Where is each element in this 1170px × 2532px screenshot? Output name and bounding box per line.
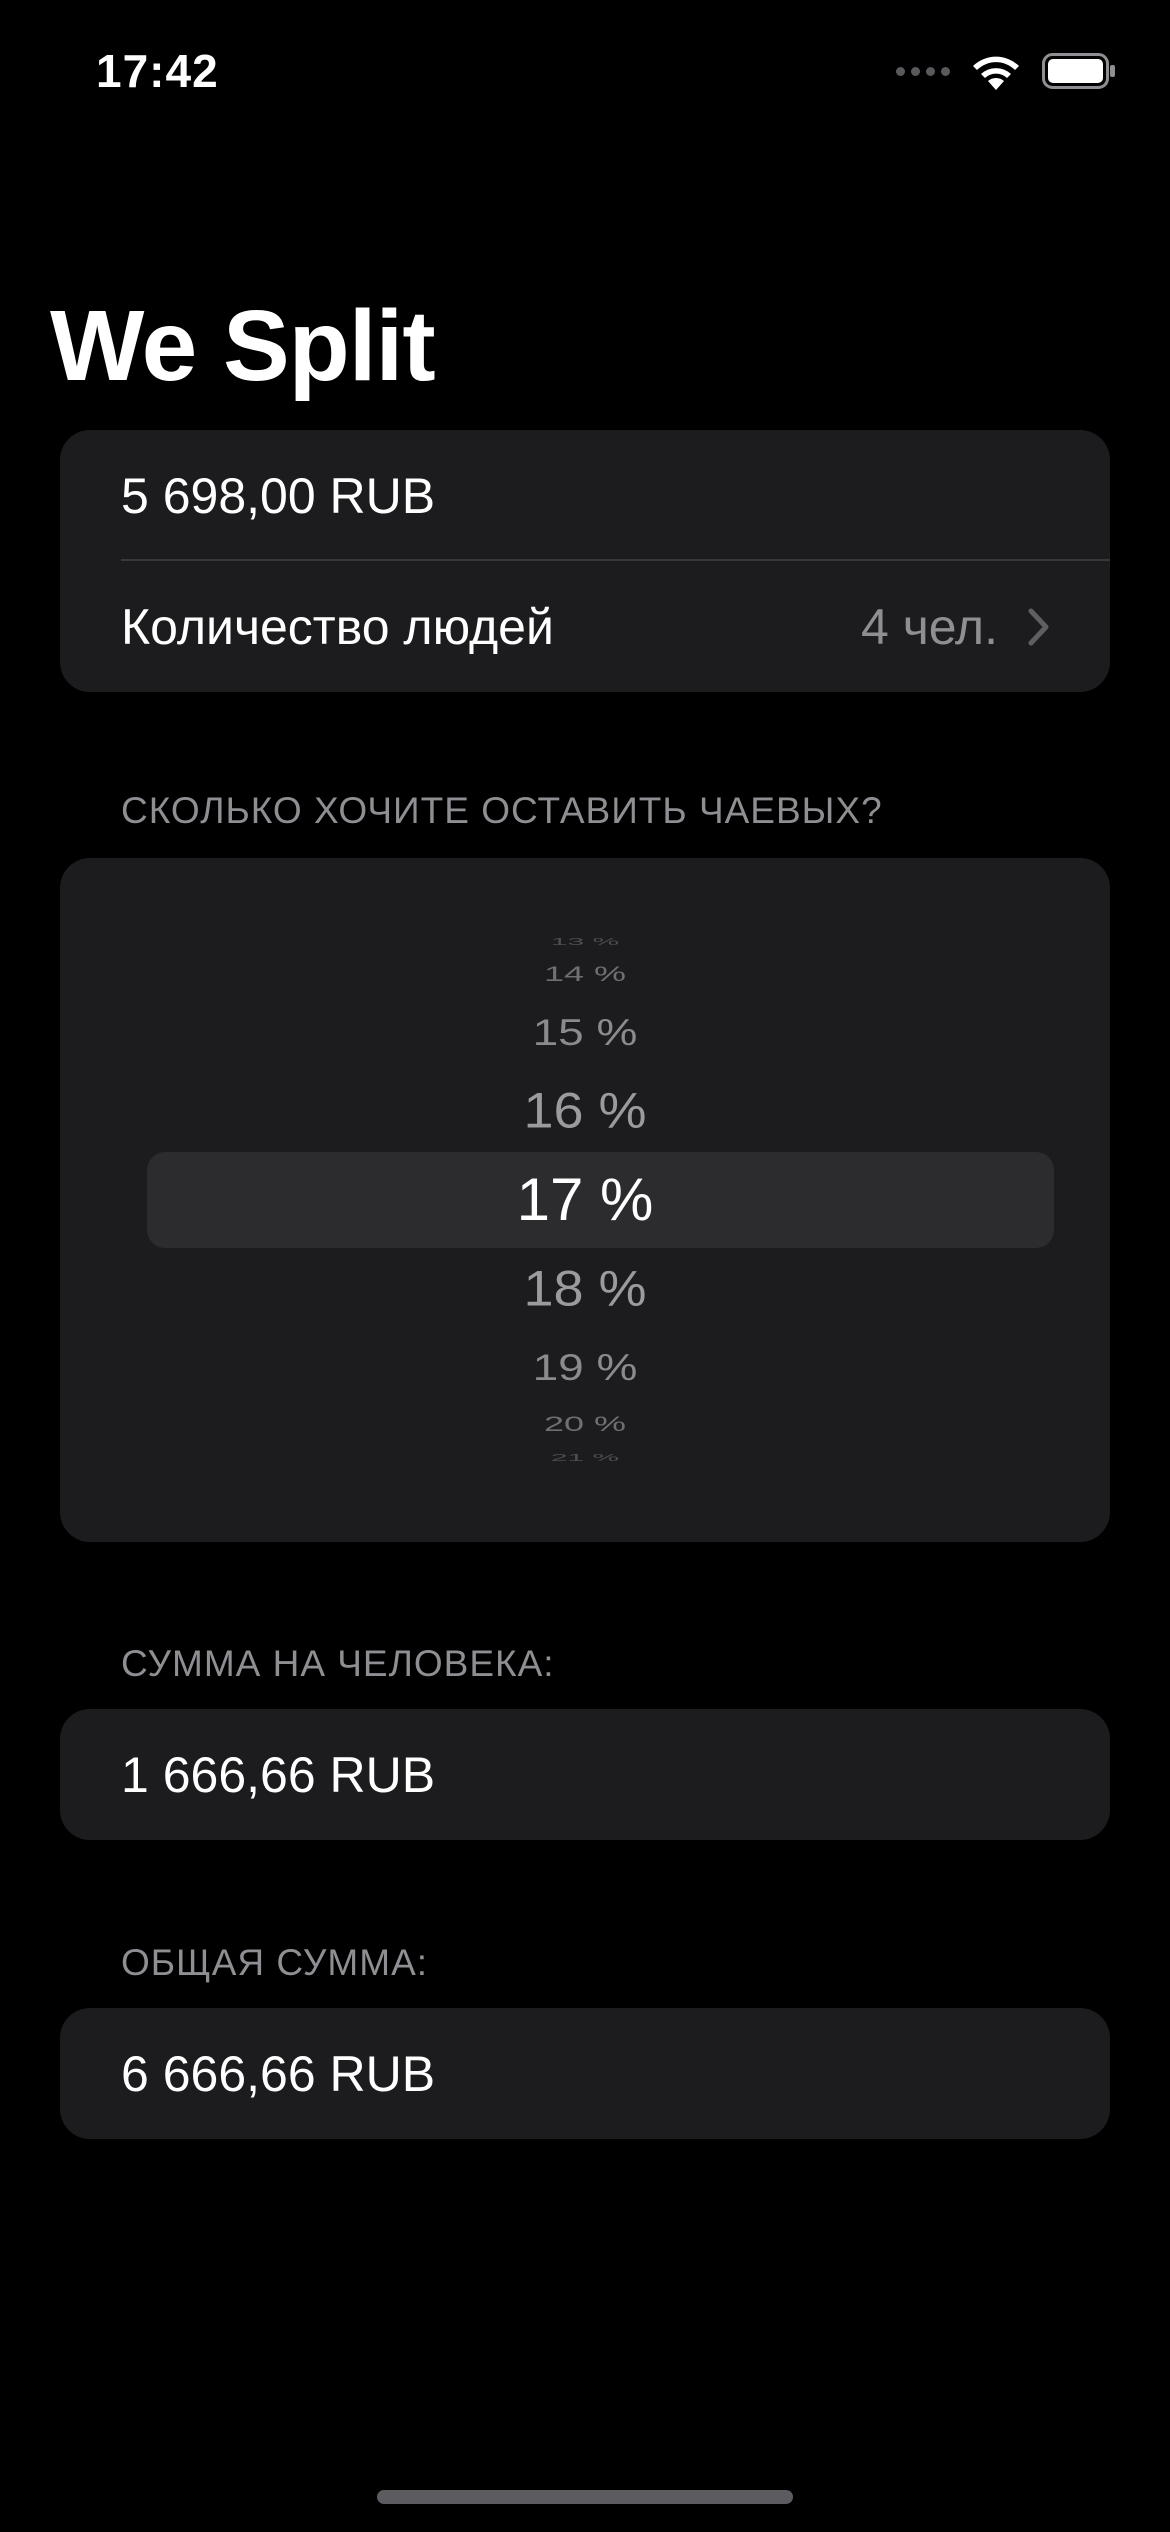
- people-label: Количество людей: [121, 598, 554, 655]
- picker-item[interactable]: 15 %: [60, 1014, 1110, 1051]
- amount-card: 5 698,00 RUB Количество людей 4 чел.: [60, 430, 1110, 692]
- picker-item[interactable]: 21 %: [60, 1453, 1110, 1464]
- tip-picker[interactable]: 13 % 14 % 15 % 16 % 17 % 18 % 19 % 20 % 21 %: [60, 858, 1110, 1542]
- picker-item[interactable]: 19 %: [60, 1349, 1110, 1386]
- per-person-header: СУММА НА ЧЕЛОВЕКА:: [121, 1643, 555, 1684]
- total-value: 6 666,66 RUB: [121, 2045, 436, 2102]
- picker-item-selected[interactable]: 17 %: [60, 1170, 1110, 1230]
- total-header: ОБЩАЯ СУММА:: [121, 1942, 429, 1983]
- chevron-right-icon: [1028, 608, 1049, 645]
- cellular-signal-icon: [896, 66, 950, 76]
- per-person-row: 1 666,66 RUB: [60, 1709, 1110, 1840]
- page-title: We Split: [50, 290, 436, 402]
- per-person-card: 1 666,66 RUB: [60, 1709, 1110, 1840]
- picker-item[interactable]: 13 %: [60, 937, 1110, 948]
- status-bar: 17:42: [0, 0, 1170, 150]
- picker-item[interactable]: 18 %: [60, 1264, 1110, 1314]
- wifi-icon: [973, 56, 1019, 90]
- people-row[interactable]: Количество людей 4 чел.: [60, 561, 1110, 692]
- home-indicator[interactable]: [377, 2490, 793, 2504]
- people-value-group[interactable]: 4 чел.: [861, 598, 1050, 656]
- per-person-value: 1 666,66 RUB: [121, 1746, 436, 1803]
- tip-section-header: СКОЛЬКО ХОЧИТЕ ОСТАВИТЬ ЧАЕВЫХ?: [121, 790, 883, 831]
- status-time: 17:42: [96, 45, 219, 97]
- picker-item[interactable]: 16 %: [60, 1086, 1110, 1136]
- people-value: 4 чел.: [861, 598, 998, 655]
- picker-item[interactable]: 20 %: [60, 1413, 1110, 1435]
- total-card: 6 666,66 RUB: [60, 2008, 1110, 2139]
- amount-row[interactable]: 5 698,00 RUB: [60, 430, 1110, 561]
- picker-item[interactable]: 14 %: [60, 963, 1110, 985]
- amount-field[interactable]: 5 698,00 RUB: [121, 467, 435, 525]
- total-row: 6 666,66 RUB: [60, 2008, 1110, 2139]
- battery-icon: [1042, 53, 1115, 89]
- status-icons: [896, 52, 1116, 90]
